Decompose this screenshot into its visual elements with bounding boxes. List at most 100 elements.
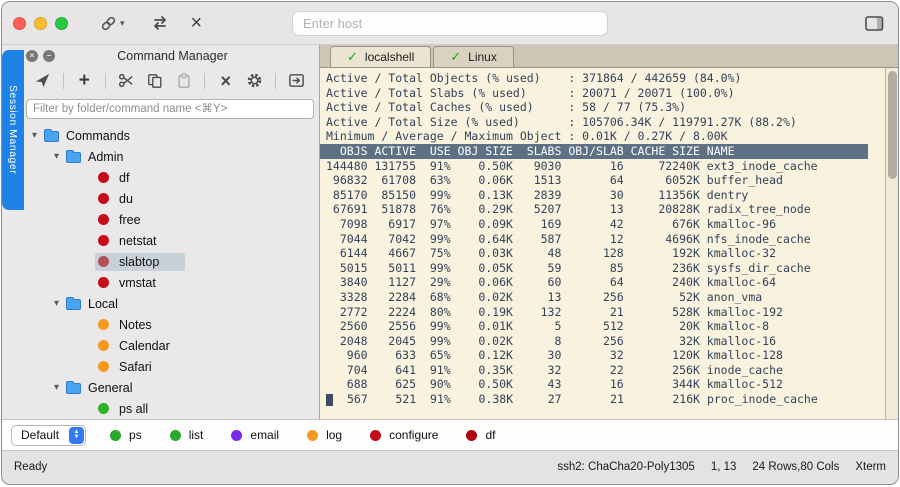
command-button-list[interactable]: list — [169, 428, 204, 442]
tree-command-du[interactable]: du — [26, 188, 319, 209]
tab-linux[interactable]: ✓ Linux — [433, 46, 514, 67]
terminal-screen[interactable]: Active / Total Objects (% used) : 371864… — [320, 68, 898, 419]
disconnect-button[interactable]: × — [191, 13, 203, 33]
tree-item-label: netstat — [119, 233, 157, 248]
expand-panel-button[interactable] — [288, 72, 305, 89]
terminal-cursor — [326, 393, 334, 407]
tree-item-label: df — [119, 170, 130, 185]
terminal-table-row: 85170 85150 99% 0.13K 2839 30 11356K den… — [326, 187, 749, 202]
command-button-label: configure — [389, 428, 439, 442]
tree-command-slabtop[interactable]: slabtop — [26, 251, 319, 272]
cut-button[interactable] — [118, 72, 135, 89]
gear-icon — [247, 73, 262, 88]
session-manager-tab[interactable]: Session Manager — [2, 50, 24, 210]
minimize-window-button[interactable] — [34, 16, 47, 30]
check-icon: ✓ — [347, 49, 358, 64]
reconnect-button[interactable] — [151, 14, 169, 32]
tree-row-content: netstat — [98, 234, 157, 248]
chevron-down-icon[interactable]: ▾ — [54, 382, 66, 393]
terminal-scrollbar[interactable] — [885, 68, 898, 419]
command-button-email[interactable]: email — [231, 428, 279, 442]
tree-item-label: General — [88, 380, 133, 395]
tree-item-label: Admin — [88, 149, 124, 164]
tree-row-content: ▾ General — [54, 380, 133, 395]
tree-command-free[interactable]: free — [26, 209, 319, 230]
scrollbar-thumb[interactable] — [887, 71, 897, 179]
tree-row-content: Calendar — [98, 339, 170, 353]
filter-input[interactable] — [26, 99, 314, 119]
tree-item-label: Local — [88, 296, 118, 311]
settings-button[interactable] — [246, 72, 263, 89]
tree-item-label: slabtop — [119, 254, 160, 269]
command-button-ps[interactable]: ps — [110, 428, 142, 442]
command-button-log[interactable]: log — [307, 428, 342, 442]
paste-button[interactable] — [175, 72, 192, 89]
scissors-icon — [118, 73, 133, 88]
tab-localshell[interactable]: ✓ localshell — [330, 46, 432, 67]
tree-row-content: du — [98, 192, 133, 206]
status-cursor-position: 1, 13 — [710, 460, 737, 473]
delete-command-button[interactable]: × — [217, 72, 234, 90]
command-dot-icon — [466, 429, 478, 441]
session-manager-tab-label: Session Manager — [7, 85, 19, 175]
tree-folder-general[interactable]: ▾ General — [26, 377, 319, 398]
chevron-down-icon: ▾ — [120, 17, 125, 28]
main-content: × – Command Manager + × Filter by folder… — [2, 45, 898, 419]
terminal-table-row: 960 633 65% 0.12K 30 32 120K kmalloc-128 — [326, 348, 783, 363]
command-button-label: list — [188, 428, 204, 442]
chevron-down-icon[interactable]: ▾ — [54, 298, 66, 309]
terminal-table-row: 96832 61708 63% 0.06K 1513 64 6052K buff… — [326, 173, 783, 188]
connect-button[interactable]: ▾ — [100, 15, 125, 32]
button-set-select[interactable]: Default ▲ ▼ — [11, 424, 87, 446]
tree-command-vmstat[interactable]: vmstat — [26, 272, 319, 293]
sidebar-toggle-button[interactable] — [865, 15, 884, 32]
copy-button[interactable] — [147, 73, 164, 89]
command-button-label: email — [250, 428, 280, 442]
tree-folder-local[interactable]: ▾ Local — [26, 293, 319, 314]
tree-command-df[interactable]: df — [26, 167, 319, 188]
terminal-table-row: 2048 2045 99% 0.02K 8 256 32K kmalloc-16 — [326, 333, 777, 348]
command-button-configure[interactable]: configure — [370, 428, 438, 442]
toolbar-separator — [275, 72, 277, 89]
close-window-button[interactable] — [13, 16, 26, 30]
chevron-down-icon[interactable]: ▾ — [54, 151, 66, 162]
tree-row-content: df — [98, 171, 129, 185]
command-dot-icon — [370, 429, 382, 441]
stepper-icon[interactable]: ▲ ▼ — [69, 426, 85, 444]
terminal-summary-line: Active / Total Slabs (% used) : 20071 / … — [326, 85, 735, 100]
command-manager-panel: × – Command Manager + × Filter by folder… — [2, 45, 320, 419]
command-dot-icon — [98, 193, 109, 204]
tree-item-label: ps all — [119, 401, 149, 416]
expand-panel-icon — [289, 74, 304, 87]
tree-item-label: Safari — [119, 359, 152, 374]
terminal-table-row: 3328 2284 68% 0.02K 13 256 52K anon_vma — [326, 289, 763, 304]
tree-row-content: slabtop — [95, 252, 186, 271]
chevron-down-icon[interactable]: ▾ — [32, 130, 44, 141]
terminal-summary-line: Minimum / Average / Maximum Object : 0.0… — [326, 129, 728, 144]
status-emulation: Xterm — [855, 460, 886, 473]
command-tree: ▾ Commands ▾ Admin df du free netstat slabtop vms… — [26, 123, 319, 419]
add-command-button[interactable]: + — [76, 71, 93, 90]
command-button-df[interactable]: df — [466, 428, 495, 442]
tree-item-label: vmstat — [119, 275, 156, 290]
tree-command-ps-all[interactable]: ps all — [26, 398, 319, 419]
host-input[interactable] — [292, 10, 608, 36]
tree-command-calendar[interactable]: Calendar — [26, 335, 319, 356]
tree-folder-admin[interactable]: ▾ Admin — [26, 146, 319, 167]
terminal-pane: ✓ localshell ✓ Linux Active / Total Objects… — [320, 45, 898, 419]
command-dot-icon — [98, 235, 109, 246]
command-dot-icon — [110, 429, 122, 441]
tree-row-content: ps all — [98, 402, 148, 416]
terminal-table-row: 5015 5011 99% 0.05K 59 85 236K sysfs_dir… — [326, 260, 811, 275]
command-manager-header: × – Command Manager — [26, 45, 319, 66]
tree-item-label: free — [119, 212, 141, 227]
zoom-window-button[interactable] — [55, 16, 68, 30]
tree-folder-commands[interactable]: ▾ Commands — [26, 125, 319, 146]
tree-command-notes[interactable]: Notes — [26, 314, 319, 335]
tree-row-content: vmstat — [98, 276, 156, 290]
tree-command-safari[interactable]: Safari — [26, 356, 319, 377]
command-manager-toolbar: + × — [26, 66, 319, 95]
tree-command-netstat[interactable]: netstat — [26, 230, 319, 251]
send-command-button[interactable] — [34, 72, 51, 89]
button-set-label: Default — [21, 428, 60, 442]
